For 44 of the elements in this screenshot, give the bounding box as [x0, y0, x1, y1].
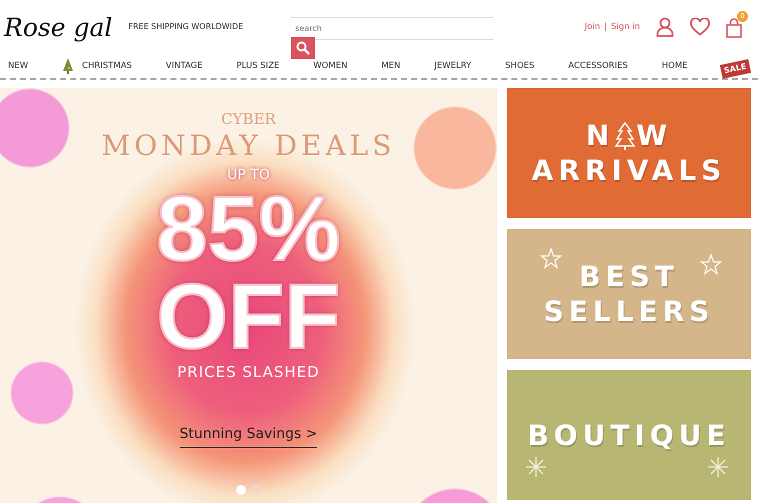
headline: 85% — [155, 186, 342, 274]
sale-sign[interactable]: SALE — [720, 59, 752, 79]
sparkle-icon — [539, 247, 563, 271]
nav-link[interactable]: VINTAGE — [166, 60, 203, 72]
slider-dot[interactable] — [252, 485, 262, 495]
separator: | — [604, 20, 607, 34]
heart-icon[interactable] — [690, 18, 710, 36]
christmas-tree-icon — [614, 122, 636, 150]
nav-link[interactable]: NEW — [8, 60, 28, 72]
logo[interactable]: Rose gal — [4, 14, 112, 40]
slider-dot[interactable] — [236, 485, 246, 495]
nav-link[interactable]: CHRISTMAS — [82, 60, 132, 72]
headline: OFF — [156, 274, 342, 362]
search-field[interactable]: search — [291, 17, 494, 40]
user-icon[interactable] — [656, 17, 674, 37]
nav-link[interactable]: ACCESSORIES — [568, 60, 628, 72]
banner-title: SELLERS — [544, 294, 714, 329]
search-icon — [296, 41, 310, 55]
christmas-tree-icon — [62, 58, 74, 74]
search-button[interactable] — [291, 37, 316, 59]
headline: PRICES SLASHED — [176, 362, 321, 384]
snowflake-icon — [707, 456, 729, 478]
nav-link[interactable]: MEN — [381, 60, 400, 72]
hero-banner[interactable]: CYBER MONDAY DEALS UP TO 85% OFF PRICES SLASHED Stunning Savings > — [0, 88, 497, 503]
headline: UP TO — [226, 166, 271, 186]
banner-title: BOUTIQUE — [527, 418, 731, 452]
banner-title: N — [586, 118, 614, 153]
nav-link[interactable]: JEWELRY — [434, 60, 472, 72]
nav-link[interactable]: PLUS SIZE — [236, 60, 280, 72]
nav-link[interactable]: WOMEN — [313, 60, 348, 72]
sign-in-link[interactable]: Sign in — [611, 20, 640, 34]
shopping-bag-icon[interactable] — [726, 18, 742, 38]
snowflake-icon — [525, 456, 547, 478]
headline: CYBER — [220, 109, 278, 130]
shipping-note: FREE SHIPPING WORLDWIDE — [128, 21, 244, 33]
banner-title: ARRIVALS — [532, 153, 726, 188]
join-link[interactable]: Join — [584, 20, 600, 34]
sparkle-icon — [699, 253, 723, 277]
headline: MONDAY DEALS — [100, 130, 396, 162]
shop-link[interactable]: Stunning Savings > — [180, 424, 318, 448]
banner-title: BEST — [579, 259, 679, 294]
nav-link[interactable]: HOME — [662, 60, 688, 72]
nav-link[interactable]: SHOES — [505, 60, 534, 72]
banner-title: W — [636, 118, 672, 153]
